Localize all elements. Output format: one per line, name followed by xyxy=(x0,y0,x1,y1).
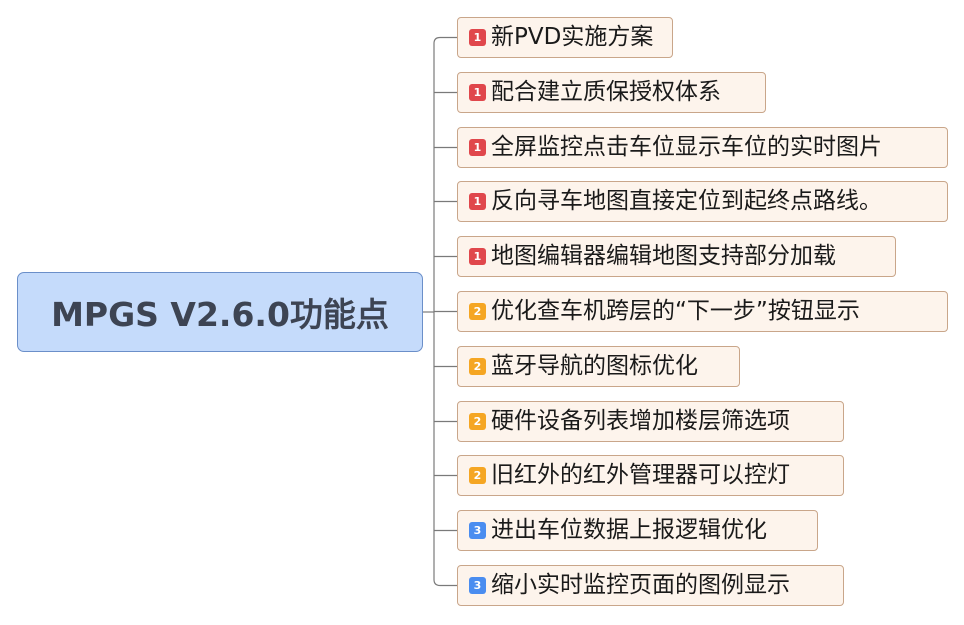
priority-2-icon: 2 xyxy=(469,303,486,320)
subtopic-label: 新PVD实施方案 xyxy=(491,24,654,50)
subtopic-node[interactable]: 2 蓝牙导航的图标优化 xyxy=(457,346,740,387)
priority-2-icon: 2 xyxy=(469,467,486,484)
mind-map-canvas: MPGS V2.6.0功能点 1 新PVD实施方案 1 配合建立质保授权体系 1 全屏监控… xyxy=(0,0,964,625)
priority-1-icon: 1 xyxy=(469,193,486,210)
branch-connector xyxy=(433,579,457,587)
subtopic-label: 硬件设备列表增加楼层筛选项 xyxy=(491,408,790,434)
subtopic-label: 进出车位数据上报逻辑优化 xyxy=(491,517,767,543)
subtopic-node[interactable]: 1 地图编辑器编辑地图支持部分加载 xyxy=(457,236,896,277)
priority-2-icon: 2 xyxy=(469,413,486,430)
branch-connector xyxy=(433,36,457,44)
priority-3-icon: 3 xyxy=(469,522,486,539)
subtopic-label: 地图编辑器编辑地图支持部分加载 xyxy=(491,243,836,269)
priority-3-icon: 3 xyxy=(469,577,486,594)
subtopic-node[interactable]: 2 旧红外的红外管理器可以控灯 xyxy=(457,455,844,496)
subtopic-label: 缩小实时监控页面的图例显示 xyxy=(491,572,790,598)
subtopic-node[interactable]: 1 配合建立质保授权体系 xyxy=(457,72,766,113)
subtopic-node[interactable]: 3 进出车位数据上报逻辑优化 xyxy=(457,510,818,551)
subtopic-node[interactable]: 3 缩小实时监控页面的图例显示 xyxy=(457,565,844,606)
subtopic-label: 旧红外的红外管理器可以控灯 xyxy=(491,462,790,488)
priority-1-icon: 1 xyxy=(469,84,486,101)
subtopic-node[interactable]: 1 反向寻车地图直接定位到起终点路线。 xyxy=(457,181,948,222)
priority-1-icon: 1 xyxy=(469,29,486,46)
subtopic-label: 反向寻车地图直接定位到起终点路线。 xyxy=(491,188,882,214)
priority-1-icon: 1 xyxy=(469,139,486,156)
subtopic-label: 优化查车机跨层的“下一步”按钮显示 xyxy=(491,298,860,324)
subtopic-node[interactable]: 1 新PVD实施方案 xyxy=(457,17,673,58)
subtopic-label: 配合建立质保授权体系 xyxy=(491,79,721,105)
subtopic-label: 全屏监控点击车位显示车位的实时图片 xyxy=(491,134,882,160)
priority-2-icon: 2 xyxy=(469,358,486,375)
subtopic-node[interactable]: 2 优化查车机跨层的“下一步”按钮显示 xyxy=(457,291,948,332)
priority-1-icon: 1 xyxy=(469,248,486,265)
central-topic[interactable]: MPGS V2.6.0功能点 xyxy=(17,272,423,352)
subtopic-node[interactable]: 2 硬件设备列表增加楼层筛选项 xyxy=(457,401,844,442)
central-topic-label: MPGS V2.6.0功能点 xyxy=(51,295,389,334)
subtopic-label: 蓝牙导航的图标优化 xyxy=(491,353,698,379)
subtopic-node[interactable]: 1 全屏监控点击车位显示车位的实时图片 xyxy=(457,127,948,168)
